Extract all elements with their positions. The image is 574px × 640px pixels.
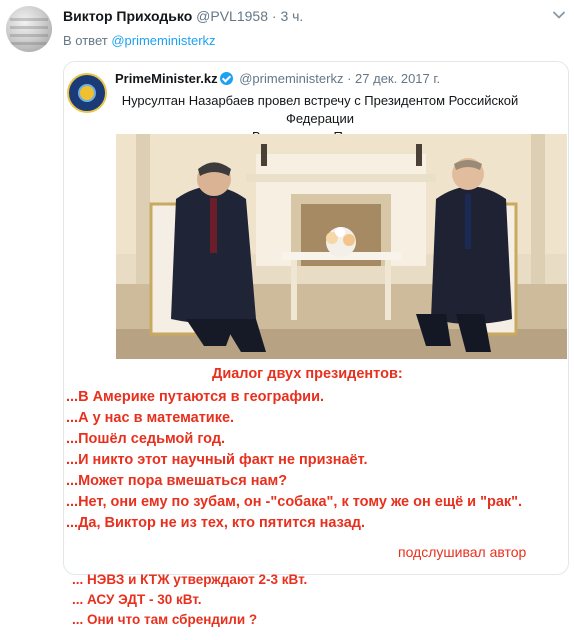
dialog-signature: подслушивал автор	[398, 544, 527, 560]
chevron-down-icon[interactable]	[552, 8, 566, 22]
dialog-line: ...В Америке путаются в географии.	[66, 389, 325, 405]
comment-line: ... Они что там сбрендили ?	[72, 612, 258, 627]
dialog-title: Диалог двух президентов:	[212, 366, 403, 382]
meeting-photo[interactable]	[116, 134, 567, 359]
dialog-line: ...И никто этот научный факт не признаёт…	[66, 452, 368, 468]
quoted-text-line: Нурсултан Назарбаев провел встречу с Пре…	[121, 93, 519, 126]
quoted-header: PrimeMinister.kz @primeministerkz · 27 д…	[115, 71, 440, 87]
dialog-line: ...А у нас в математике.	[66, 410, 235, 426]
dialog-line: ...Нет, они ему по зубам, он -"собака", …	[66, 494, 523, 510]
tweet-header: Виктор Приходько @PVL1958 · 3 ч.	[63, 7, 303, 25]
reply-context: В ответ @primeministerkz	[63, 33, 216, 48]
comment-line: ... АСУ ЭДТ - 30 кВт.	[72, 592, 202, 607]
author-name[interactable]: Виктор Приходько	[63, 8, 192, 24]
separator-dot: ·	[271, 8, 277, 24]
dialog-line: ...Может пора вмешаться нам?	[66, 473, 288, 489]
dialog-line: ...Да, Виктор не из тех, кто пятится наз…	[66, 515, 365, 531]
reply-prefix: В ответ	[63, 33, 108, 48]
verified-badge-icon	[219, 72, 233, 85]
tweet-timestamp[interactable]: 3 ч.	[280, 8, 303, 24]
dialog-line: ...Пошёл седьмой год.	[66, 431, 226, 447]
avatar[interactable]	[6, 6, 52, 52]
quoted-avatar[interactable]	[67, 73, 107, 113]
quoted-author-name[interactable]: PrimeMinister.kz	[115, 71, 218, 86]
separator-dot: ·	[347, 71, 352, 86]
quoted-date[interactable]: 27 дек. 2017 г.	[355, 71, 440, 86]
quoted-author-handle[interactable]: @primeministerkz	[239, 71, 343, 86]
quoted-tweet[interactable]: PrimeMinister.kz @primeministerkz · 27 д…	[63, 61, 569, 575]
reply-mention-link[interactable]: @primeministerkz	[111, 33, 215, 48]
tweet: Виктор Приходько @PVL1958 · 3 ч. В ответ…	[0, 0, 574, 640]
author-handle[interactable]: @PVL1958	[196, 8, 268, 24]
comment-line: ... НЭВЗ и КТЖ утверждают 2-3 кВт.	[72, 572, 308, 587]
